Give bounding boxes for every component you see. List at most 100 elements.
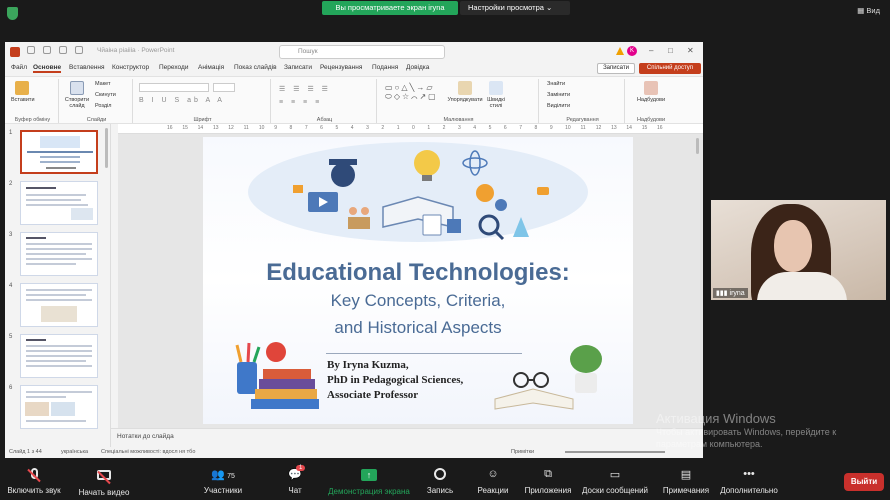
whiteboards-button[interactable]: ▭ Доски сообщений xyxy=(580,468,650,495)
replace-button[interactable]: Замінити xyxy=(547,92,570,98)
tab-slideshow[interactable]: Показ слайдів xyxy=(234,64,277,71)
group-font-label: Шрифт xyxy=(193,117,212,123)
slide-thumbnail-1[interactable] xyxy=(20,130,98,174)
group-slides-label: Слайди xyxy=(86,117,107,123)
slide-number: 4 xyxy=(9,283,13,289)
ruler-tick-label: 15 xyxy=(641,125,648,131)
tab-animations[interactable]: Анімація xyxy=(198,64,224,71)
alignment-buttons[interactable]: ≡ ≡ ≡ ≡ xyxy=(279,99,322,106)
tab-transitions[interactable]: Переходи xyxy=(159,64,188,71)
slide-editing-area[interactable]: Educational Technologies: Key Concepts, … xyxy=(118,134,703,428)
close-icon[interactable]: ✕ xyxy=(687,46,694,55)
author-name[interactable]: By Iryna Kuzma, xyxy=(327,359,409,371)
paste-button[interactable]: Вставити xyxy=(11,81,35,103)
tab-record[interactable]: Записати xyxy=(284,64,312,71)
paragraph-buttons[interactable]: ☰ ☰ ☰ ☰ xyxy=(279,85,331,93)
tab-home[interactable]: Основне xyxy=(33,64,62,73)
security-shield-icon[interactable] xyxy=(7,7,18,20)
status-notes-button[interactable]: Примітки xyxy=(511,449,534,455)
slide-thumbnail-5[interactable] xyxy=(20,334,98,378)
select-button[interactable]: Виділити xyxy=(547,103,570,109)
status-language[interactable]: українська xyxy=(61,449,88,455)
reactions-icon: ☺ xyxy=(487,468,499,480)
share-screen-label: Демонстрация экрана xyxy=(328,487,410,496)
new-slide-button[interactable]: Створити слайд xyxy=(63,81,91,109)
group-addins-label: Надбудови xyxy=(636,117,666,123)
author-title[interactable]: Associate Professor xyxy=(327,389,418,401)
ruler-tick-label: 5 xyxy=(335,125,339,131)
slide-thumbnails-pane[interactable]: 1 2 3 4 5 6 xyxy=(5,124,111,448)
slide-title[interactable]: Educational Technologies: xyxy=(203,259,633,287)
tab-insert[interactable]: Вставлення xyxy=(69,64,105,71)
email-icon xyxy=(293,185,303,193)
graduation-cap-icon xyxy=(331,163,355,187)
share-button[interactable]: Спільний доступ xyxy=(639,63,701,74)
chat-button[interactable]: 💬 1 Чат xyxy=(280,465,310,495)
tab-file[interactable]: Файл xyxy=(11,64,27,71)
slide-subtitle-line-1[interactable]: Key Concepts, Criteria, xyxy=(203,291,633,311)
view-button[interactable]: ▦ Вид xyxy=(857,6,880,15)
find-button[interactable]: Знайти xyxy=(547,81,565,87)
slide-thumbnail-4[interactable] xyxy=(20,283,98,327)
apps-button[interactable]: ⧉ Приложения xyxy=(522,468,574,495)
participant-video[interactable]: ▮▮▮ iryna xyxy=(711,200,886,300)
undo-icon[interactable] xyxy=(59,46,67,54)
slide-subtitle-line-2[interactable]: and Historical Aspects xyxy=(203,318,633,338)
reset-button[interactable]: Скинути xyxy=(95,92,116,98)
view-options-dropdown[interactable]: Настройки просмотра ⌄ xyxy=(460,1,570,15)
autosave-icon[interactable] xyxy=(27,46,35,54)
maximize-icon[interactable]: □ xyxy=(668,46,673,55)
slide-thumbnail-2[interactable] xyxy=(20,181,98,225)
ruler-tick-label: 2 xyxy=(442,125,446,131)
section-button[interactable]: Розділ xyxy=(95,103,111,109)
current-slide[interactable]: Educational Technologies: Key Concepts, … xyxy=(203,137,633,424)
minimize-icon[interactable]: – xyxy=(649,46,653,55)
share-screen-button[interactable]: ↑ Демонстрация экрана xyxy=(326,468,412,496)
tab-design[interactable]: Конструктор xyxy=(112,64,149,71)
leave-button[interactable]: Выйти xyxy=(844,473,884,491)
save-icon[interactable] xyxy=(43,46,51,54)
notes-pane[interactable]: Нотатки до слайда xyxy=(111,428,703,444)
quick-styles-button[interactable]: Швидкі стилі xyxy=(485,81,507,109)
participant-name: iryna xyxy=(729,290,745,297)
more-icon: ••• xyxy=(743,468,755,480)
layout-button[interactable]: Макет xyxy=(95,81,111,87)
reactions-button[interactable]: ☺ Реакции xyxy=(474,468,512,495)
zoom-slider[interactable] xyxy=(565,451,665,453)
slide-thumbnail-3[interactable] xyxy=(20,232,98,276)
notes-button[interactable]: ▤ Примечания xyxy=(660,468,712,495)
watermark-line-2: Чтобы активировать Windows, перейдите к xyxy=(656,427,837,437)
author-degree[interactable]: PhD in Pedagogical Sciences, xyxy=(327,374,463,386)
start-video-button[interactable]: Начать видео xyxy=(76,468,132,497)
tab-review[interactable]: Рецензування xyxy=(320,64,362,71)
font-size-select[interactable] xyxy=(213,83,235,92)
search-input[interactable]: Пошук xyxy=(279,45,445,59)
status-accessibility[interactable]: Спеціальні можливості: вдосл ня тбо xyxy=(101,449,195,455)
clipboard-icon xyxy=(15,81,29,95)
participant-shirt xyxy=(757,272,847,300)
font-format-buttons[interactable]: B I U S ab A A xyxy=(139,97,225,104)
record-meeting-button[interactable]: Запись xyxy=(424,468,456,495)
arrange-button[interactable]: Упорядкувати xyxy=(447,81,483,103)
tab-help[interactable]: Довідка xyxy=(406,64,429,71)
participants-button[interactable]: 👥 75 Участники xyxy=(198,468,248,495)
unmute-button[interactable]: Включить звук xyxy=(6,468,62,495)
gear-icon-small xyxy=(495,199,507,211)
warning-icon[interactable] xyxy=(616,47,624,55)
record-button[interactable]: Записати xyxy=(597,63,635,74)
group-drawing-label: Малювання xyxy=(443,117,474,123)
more-button[interactable]: ••• Дополнительно xyxy=(716,468,782,495)
redo-icon[interactable] xyxy=(75,46,83,54)
microphone-muted-icon xyxy=(26,468,42,483)
avatar[interactable]: K xyxy=(627,46,637,56)
slide-thumbnail-6[interactable] xyxy=(20,385,98,429)
zoom-meeting-toolbar: Включить звук Начать видео 👥 75 Участник… xyxy=(0,464,890,500)
addins-button[interactable]: Надбудови xyxy=(633,81,669,103)
font-family-select[interactable] xyxy=(139,83,209,92)
layout-label: Макет xyxy=(95,81,111,87)
tab-view[interactable]: Подання xyxy=(372,64,398,71)
reactions-label: Реакции xyxy=(477,486,509,495)
thumbnail-scrollbar[interactable] xyxy=(105,128,108,168)
shapes-gallery[interactable]: ▭○△╲→▱ ⬭◇☆⌒↗▢ xyxy=(385,83,438,101)
slide-scrollbar[interactable] xyxy=(696,138,699,154)
